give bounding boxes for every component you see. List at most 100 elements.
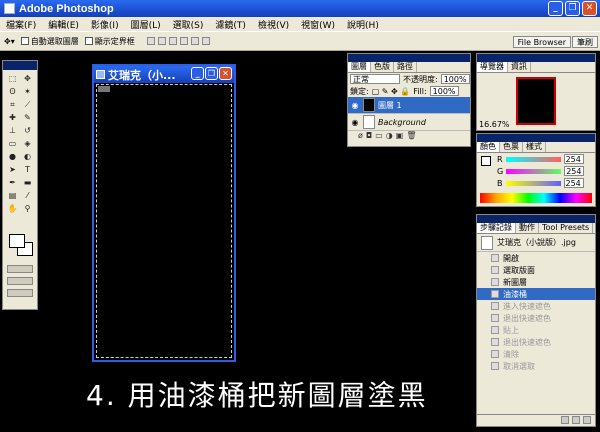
quick-mask-icon[interactable] — [7, 265, 33, 273]
red-value[interactable]: 254 — [563, 154, 584, 164]
tab-swatches[interactable]: 色票 — [500, 142, 523, 152]
color-spectrum[interactable] — [480, 193, 592, 203]
tab-channels[interactable]: 色版 — [371, 62, 394, 72]
crop-tool-icon[interactable]: ⌗ — [6, 99, 19, 110]
show-bounds-option[interactable]: 顯示定界框 — [84, 36, 135, 47]
visibility-eye-icon[interactable]: ◉ — [350, 100, 360, 110]
close-button[interactable]: ✕ — [582, 1, 597, 16]
adjustment-layer-icon[interactable]: ◑ — [386, 131, 393, 141]
dodge-tool-icon[interactable]: ◐ — [21, 151, 34, 162]
restore-button[interactable]: ❐ — [565, 1, 580, 16]
jump-to-imageready-icon[interactable] — [7, 289, 33, 297]
lock-icons[interactable]: ▢ ✎ ✥ 🔒 — [372, 87, 411, 96]
blue-value[interactable]: 254 — [563, 178, 584, 188]
layer-mask-icon[interactable]: ◘ — [366, 131, 372, 141]
trash-icon[interactable] — [583, 416, 591, 424]
eyedropper-tool-icon[interactable]: ⁄ — [21, 190, 34, 201]
menu-file[interactable]: 檔案(F) — [6, 18, 36, 31]
green-value[interactable]: 254 — [564, 166, 585, 176]
new-layer-icon[interactable]: ▣ — [396, 131, 404, 141]
tab-navigator[interactable]: 導覽器 — [477, 62, 508, 72]
history-item[interactable]: 退出快速遮色 — [477, 336, 595, 348]
tab-paths[interactable]: 路徑 — [394, 62, 417, 72]
trash-icon[interactable]: 🗑 — [406, 131, 416, 141]
navigator-preview[interactable] — [516, 77, 556, 125]
tab-brushes[interactable]: 筆刷 — [572, 36, 598, 48]
document-restore-button[interactable]: ❐ — [205, 67, 218, 80]
history-item-active[interactable]: 油漆桶 — [477, 288, 595, 300]
layer-style-icon[interactable]: ø — [358, 131, 363, 141]
fill-input[interactable]: 100% — [429, 86, 459, 96]
tab-styles[interactable]: 樣式 — [523, 142, 546, 152]
menu-filter[interactable]: 濾鏡(T) — [215, 18, 246, 31]
lasso-tool-icon[interactable]: ʘ — [6, 86, 19, 97]
document-minimize-button[interactable]: _ — [191, 67, 204, 80]
brush-tool-icon[interactable]: ✎ — [21, 112, 34, 123]
document-titlebar[interactable]: 艾瑞克（小... _ ❐ ✕ — [94, 66, 234, 83]
history-item[interactable]: 貼上 — [477, 324, 595, 336]
move-tool-icon[interactable]: ✥ — [21, 73, 34, 84]
navigator-zoom[interactable]: 16.67% — [479, 120, 510, 129]
marquee-tool-icon[interactable]: ⬚ — [6, 73, 19, 84]
document-close-button[interactable]: ✕ — [219, 67, 232, 80]
slice-tool-icon[interactable]: ⟋ — [21, 99, 34, 110]
red-slider[interactable] — [505, 156, 561, 162]
pen-tool-icon[interactable]: ✒ — [6, 177, 19, 188]
history-brush-tool-icon[interactable]: ↺ — [21, 125, 34, 136]
notes-tool-icon[interactable]: ▤ — [6, 190, 19, 201]
auto-select-option[interactable]: 自動選取圖層 — [20, 36, 79, 47]
paint-bucket-tool-icon[interactable]: ◈ — [21, 138, 34, 149]
magic-wand-tool-icon[interactable]: ✶ — [21, 86, 34, 97]
document-canvas[interactable] — [96, 84, 232, 358]
menu-select[interactable]: 選取(S) — [173, 18, 204, 31]
tab-info[interactable]: 資訊 — [508, 62, 531, 72]
visibility-eye-icon[interactable]: ◉ — [350, 117, 360, 127]
menu-window[interactable]: 視窗(W) — [301, 18, 335, 31]
shape-tool-icon[interactable]: ▬ — [21, 177, 34, 188]
tab-file-browser[interactable]: File Browser — [512, 36, 571, 48]
layer-row-layer1[interactable]: ◉ 圖層 1 — [348, 97, 470, 114]
align-top-icon[interactable] — [146, 37, 155, 45]
zoom-tool-icon[interactable]: ⚲ — [21, 203, 34, 214]
tab-layers[interactable]: 圖層 — [348, 62, 371, 72]
minimize-button[interactable]: _ — [548, 1, 563, 16]
history-item[interactable]: 選取版面 — [477, 264, 595, 276]
blur-tool-icon[interactable]: ● — [6, 151, 19, 162]
history-item[interactable]: 進入快速遮色 — [477, 300, 595, 312]
eraser-tool-icon[interactable]: ▭ — [6, 138, 19, 149]
align-bottom-icon[interactable] — [168, 37, 177, 45]
layer-row-background[interactable]: ◉ Background — [348, 114, 470, 131]
green-slider[interactable] — [506, 168, 562, 174]
history-item[interactable]: 退出快速遮色 — [477, 312, 595, 324]
align-center-icon[interactable] — [190, 37, 199, 45]
align-left-icon[interactable] — [179, 37, 188, 45]
history-item[interactable]: 新圖層 — [477, 276, 595, 288]
hand-tool-icon[interactable]: ✋ — [6, 203, 19, 214]
menu-view[interactable]: 檢視(V) — [258, 18, 289, 31]
history-item[interactable]: 取消選取 — [477, 360, 595, 372]
blue-slider[interactable] — [505, 180, 561, 186]
auto-select-checkbox[interactable] — [20, 37, 29, 45]
stamp-tool-icon[interactable]: ⊥ — [6, 125, 19, 136]
type-tool-icon[interactable]: T — [21, 164, 34, 175]
menu-image[interactable]: 影像(I) — [91, 18, 119, 31]
show-bounds-checkbox[interactable] — [84, 37, 93, 45]
foreground-color-swatch[interactable] — [9, 234, 25, 248]
healing-tool-icon[interactable]: ✚ — [6, 112, 19, 123]
tab-actions[interactable]: 動作 — [516, 223, 539, 233]
align-middle-icon[interactable] — [157, 37, 166, 45]
color-panel-swatch[interactable] — [481, 156, 491, 166]
move-tool-icon[interactable]: ✥▾ — [4, 37, 15, 46]
screen-mode-icon[interactable] — [7, 277, 33, 285]
history-snapshot[interactable]: 艾瑞克（小說版）.jpg — [477, 234, 595, 252]
new-snapshot-icon[interactable] — [572, 416, 580, 424]
blend-mode-select[interactable]: 正常 — [350, 74, 400, 84]
tab-color[interactable]: 顏色 — [477, 142, 500, 152]
opacity-input[interactable]: 100% — [440, 74, 470, 84]
menu-help[interactable]: 說明(H) — [347, 18, 379, 31]
align-right-icon[interactable] — [201, 37, 210, 45]
history-item[interactable]: 清除 — [477, 348, 595, 360]
new-document-icon[interactable] — [561, 416, 569, 424]
menu-layer[interactable]: 圖層(L) — [131, 18, 161, 31]
menu-edit[interactable]: 編輯(E) — [48, 18, 79, 31]
